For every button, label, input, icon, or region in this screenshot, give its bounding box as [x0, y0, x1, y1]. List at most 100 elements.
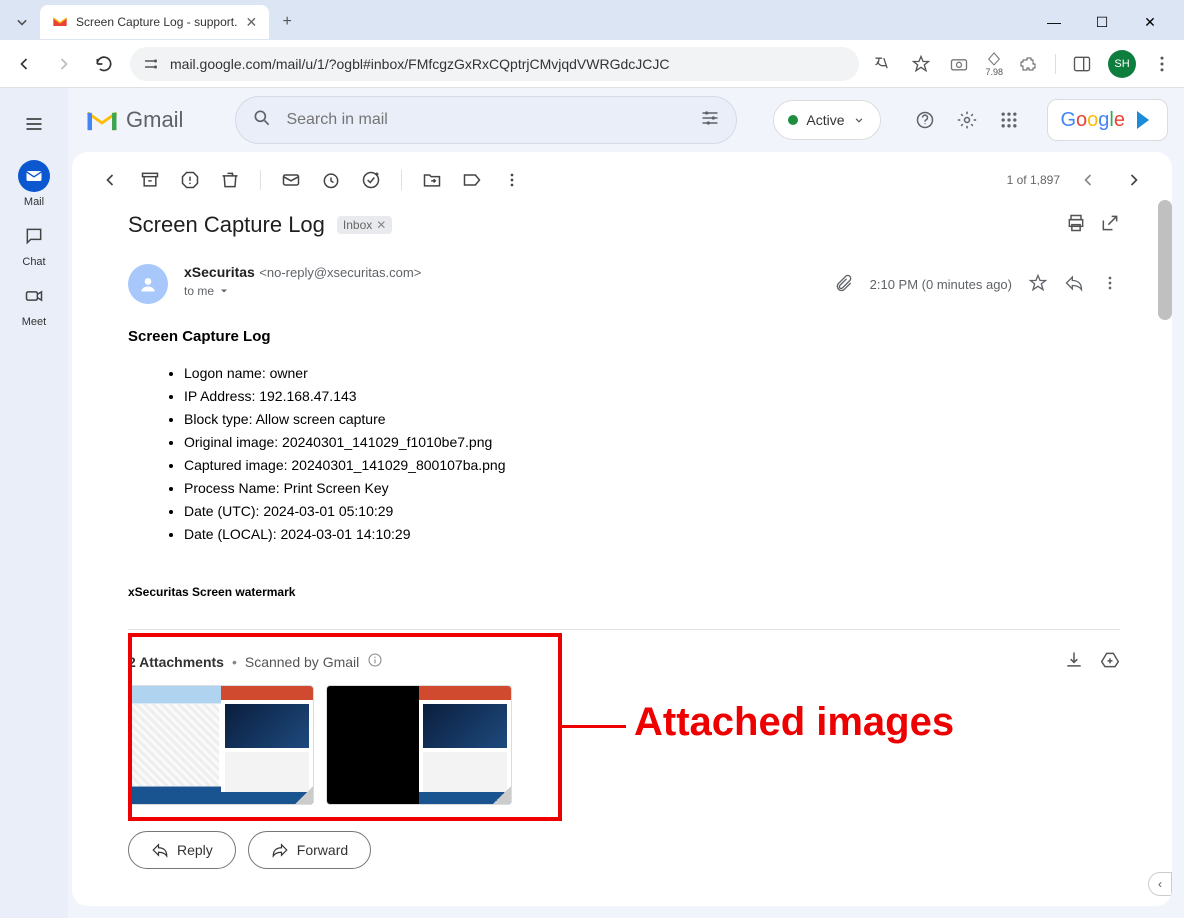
profile-avatar[interactable]: SH [1108, 50, 1136, 78]
download-all-icon[interactable] [1064, 650, 1084, 673]
close-window-button[interactable]: ✕ [1136, 8, 1164, 36]
gmail-app: Mail Chat Meet Gmail [0, 88, 1184, 918]
save-drive-icon[interactable] [1100, 650, 1120, 673]
recipient-dropdown[interactable]: to me [184, 284, 818, 298]
forward-button[interactable]: Forward [248, 831, 371, 869]
body-list: Logon name: owner IP Address: 192.168.47… [128, 363, 1120, 545]
reply-arrow-icon [151, 841, 169, 859]
divider [1055, 54, 1056, 74]
back-to-inbox-button[interactable] [92, 162, 128, 198]
left-rail: Mail Chat Meet [0, 88, 68, 918]
next-message-button[interactable] [1116, 162, 1152, 198]
list-item: Block type: Allow screen capture [184, 409, 1120, 430]
star-icon[interactable] [1028, 273, 1048, 296]
move-to-button[interactable] [414, 162, 450, 198]
spam-button[interactable] [172, 162, 208, 198]
company-logo-icon [1131, 108, 1155, 132]
email-subject: Screen Capture Log [128, 212, 325, 238]
expand-sidepanel-button[interactable]: ‹ [1148, 872, 1172, 896]
camera-ext-icon[interactable] [947, 52, 971, 76]
status-text: Active [806, 112, 844, 128]
rail-label: Chat [22, 256, 45, 268]
delete-button[interactable] [212, 162, 248, 198]
forward-arrow-icon [271, 841, 289, 859]
sender-avatar[interactable] [128, 264, 168, 304]
open-new-window-icon[interactable] [1100, 213, 1120, 238]
maximize-button[interactable]: ☐ [1088, 8, 1116, 36]
gmail-m-icon [84, 107, 120, 133]
back-button[interactable] [10, 50, 38, 78]
toolbar: 1 of 1,897 [72, 152, 1172, 208]
reply-button[interactable]: Reply [128, 831, 236, 869]
scrollbar[interactable] [1158, 200, 1172, 320]
email-content: Screen Capture Log Inbox ✕ [72, 208, 1172, 906]
tab-title: Screen Capture Log - support. [76, 15, 237, 29]
search-bar[interactable] [235, 96, 737, 144]
email-time: 2:10 PM (0 minutes ago) [870, 277, 1012, 292]
url-text: mail.google.com/mail/u/1/?ogbl#inbox/FMf… [170, 56, 847, 72]
reload-button[interactable] [90, 50, 118, 78]
main-menu-button[interactable] [12, 102, 56, 146]
message-counter: 1 of 1,897 [1007, 173, 1060, 187]
site-settings-icon[interactable] [142, 55, 160, 73]
rail-item-mail[interactable]: Mail [0, 158, 68, 210]
rail-item-meet[interactable]: Meet [0, 278, 68, 330]
attachment-thumbnails [128, 685, 1120, 805]
attachments-header: 2 Attachments • Scanned by Gmail [128, 650, 1120, 673]
tab-close-icon[interactable]: ✕ [245, 14, 257, 31]
rail-label: Mail [24, 196, 44, 208]
company-badge[interactable]: Google [1047, 99, 1168, 141]
more-button[interactable] [494, 162, 530, 198]
snooze-button[interactable] [313, 162, 349, 198]
email-body: Screen Capture Log Logon name: owner IP … [128, 328, 1120, 599]
bookmark-star-icon[interactable] [909, 52, 933, 76]
forward-button[interactable] [50, 50, 78, 78]
list-item: Captured image: 20240301_141029_800107ba… [184, 455, 1120, 476]
settings-gear-icon[interactable] [953, 106, 981, 134]
tabs-dropdown[interactable] [8, 8, 36, 36]
browser-menu-icon[interactable] [1150, 52, 1174, 76]
minimize-button[interactable]: — [1040, 8, 1068, 36]
window-controls: — ☐ ✕ [1040, 8, 1176, 36]
list-item: Logon name: owner [184, 363, 1120, 384]
browser-tab[interactable]: Screen Capture Log - support. ✕ [40, 5, 269, 39]
search-icon [252, 108, 272, 133]
gmail-header: Gmail Active Goo [68, 88, 1184, 152]
header-icons [911, 106, 1023, 134]
mark-unread-button[interactable] [273, 162, 309, 198]
list-item: IP Address: 192.168.47.143 [184, 386, 1120, 407]
print-icon[interactable] [1066, 213, 1086, 238]
label-chip[interactable]: Inbox ✕ [337, 216, 392, 234]
message-more-icon[interactable] [1100, 273, 1120, 296]
prev-message-button[interactable] [1070, 162, 1106, 198]
help-icon[interactable] [911, 106, 939, 134]
scan-label: Scanned by Gmail [245, 654, 359, 670]
rail-item-chat[interactable]: Chat [0, 218, 68, 270]
remove-label-icon[interactable]: ✕ [376, 218, 386, 232]
reply-icon[interactable] [1064, 273, 1084, 296]
extensions-icon[interactable] [1017, 52, 1041, 76]
chevron-down-icon [852, 113, 866, 127]
sidepanel-icon[interactable] [1070, 52, 1094, 76]
new-tab-button[interactable]: + [273, 8, 301, 36]
info-icon[interactable] [367, 652, 383, 671]
body-footer: xSecuritas Screen watermark [128, 585, 1120, 599]
rail-label: Meet [22, 316, 46, 328]
attachment-thumb-1[interactable] [128, 685, 314, 805]
labels-button[interactable] [454, 162, 490, 198]
search-options-icon[interactable] [700, 108, 720, 133]
meet-icon [18, 280, 50, 312]
list-item: Process Name: Print Screen Key [184, 478, 1120, 499]
extension-badge[interactable]: 7.98 [985, 51, 1003, 77]
translate-icon[interactable] [871, 52, 895, 76]
apps-grid-icon[interactable] [995, 106, 1023, 134]
search-input[interactable] [286, 111, 686, 129]
sender-name: xSecuritas [184, 264, 255, 280]
status-pill[interactable]: Active [773, 100, 881, 140]
gmail-logo[interactable]: Gmail [84, 107, 183, 133]
attachment-thumb-2[interactable] [326, 685, 512, 805]
list-item: Original image: 20240301_141029_f1010be7… [184, 432, 1120, 453]
add-task-button[interactable] [353, 162, 389, 198]
url-field[interactable]: mail.google.com/mail/u/1/?ogbl#inbox/FMf… [130, 47, 859, 81]
archive-button[interactable] [132, 162, 168, 198]
